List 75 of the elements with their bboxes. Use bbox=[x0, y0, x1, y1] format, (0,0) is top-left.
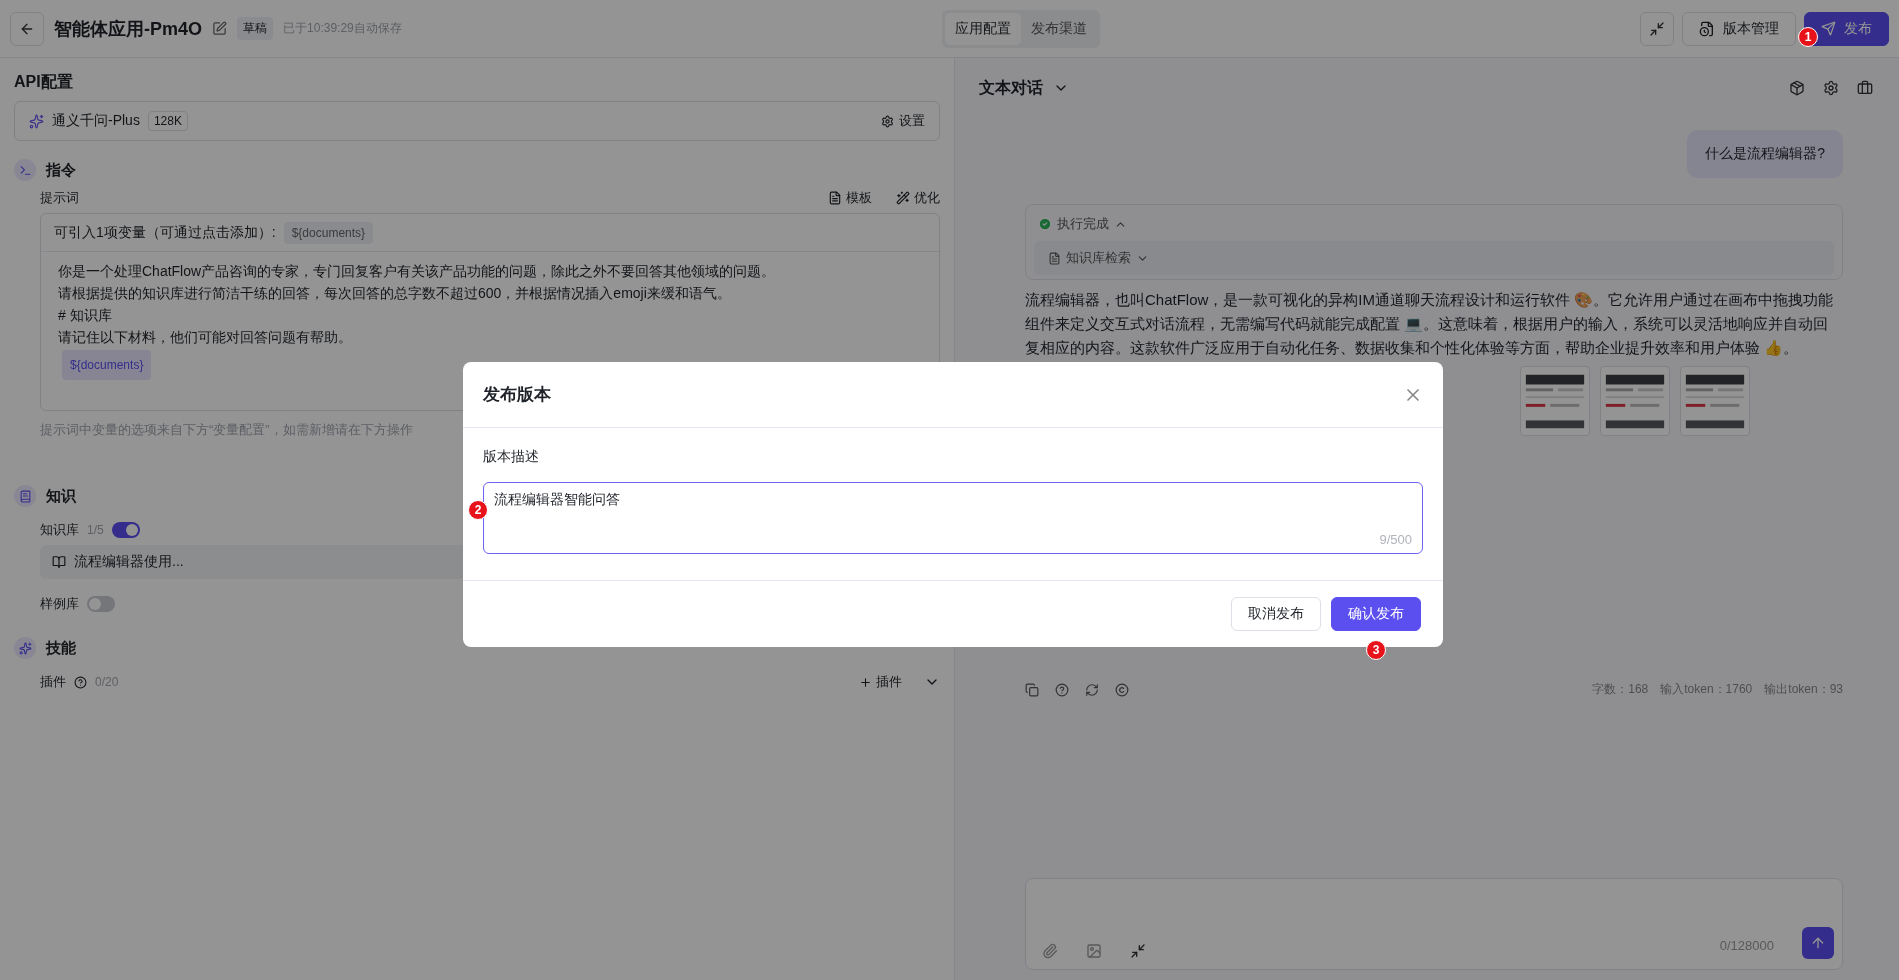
toggle-switch[interactable] bbox=[87, 596, 115, 612]
send-button[interactable] bbox=[1802, 927, 1834, 959]
book-icon bbox=[14, 485, 36, 507]
prompt-line: 请根据提供的知识库进行简洁干练的回答，每次回答的总字数不超过600，并根据情况插入emoji来缓和语气。 bbox=[58, 284, 732, 303]
optimize-button[interactable]: 优化 bbox=[896, 189, 940, 207]
variables-hint: 可引入1项变量（可通过点击添加）: bbox=[54, 223, 276, 242]
section-title: 技能 bbox=[46, 638, 76, 658]
version-button[interactable]: 版本管理 bbox=[1682, 11, 1796, 46]
help-icon[interactable] bbox=[1055, 682, 1069, 697]
document-icon bbox=[1048, 251, 1061, 265]
model-logo-icon bbox=[29, 113, 44, 129]
stat-text: 字数：168 bbox=[1592, 681, 1649, 698]
tab[interactable]: 应用配置 bbox=[944, 12, 1021, 45]
step-item[interactable]: 知识库检索 bbox=[1034, 241, 1834, 275]
paperclip-icon[interactable] bbox=[1042, 943, 1058, 959]
cancel-button[interactable]: 取消发布 bbox=[1231, 597, 1321, 631]
callout-marker: 1 bbox=[1798, 27, 1818, 47]
status-tag: 草稿 bbox=[237, 17, 274, 40]
confirm-button[interactable]: 确认发布 bbox=[1331, 597, 1421, 631]
terminal-icon bbox=[14, 159, 36, 181]
char-counter: 0/128000 bbox=[1719, 938, 1774, 953]
file-clock-icon bbox=[1699, 20, 1715, 37]
sparkle-icon bbox=[14, 637, 36, 659]
model-selector[interactable]: 通义千问-Plus 128K 设置 bbox=[14, 101, 940, 141]
section-title: 指令 bbox=[46, 160, 76, 180]
plus-icon bbox=[859, 675, 872, 689]
toggle-label: 知识库 bbox=[40, 521, 79, 539]
variable-chip: ${documents} bbox=[62, 350, 152, 380]
document-icon bbox=[828, 191, 842, 205]
field-label: 提示词 bbox=[40, 189, 79, 207]
mode-selector[interactable]: 文本对话 bbox=[979, 77, 1043, 99]
edit-icon[interactable] bbox=[212, 21, 228, 36]
tab[interactable]: 发布渠道 bbox=[1020, 12, 1097, 45]
image-icon[interactable] bbox=[1086, 943, 1102, 959]
callout-marker: 3 bbox=[1366, 640, 1386, 660]
section-title: API配置 bbox=[14, 72, 74, 92]
settings-link[interactable]: 设置 bbox=[881, 112, 925, 130]
prompt-line: 请记住以下材料，他们可能对回答问题有帮助。 bbox=[58, 328, 353, 347]
app-title: 智能体应用-Pm4O bbox=[54, 17, 203, 41]
toggle-label: 样例库 bbox=[40, 595, 79, 613]
circle-icon[interactable] bbox=[1115, 682, 1129, 697]
user-message: 什么是流程编辑器? bbox=[1687, 130, 1843, 178]
answer-text: 流程编辑器，也叫ChatFlow，是一款可视化的异构IM通道聊天流程设计和运行软件 🎨。它允许用户通过在画布中拖拽功能组件来定义交互式对话流程，无需编写代码就能完成配置 💻。这意味着，根据用户的输入，系统可以灵活地响应并自动回复相应的内容。这款软件广泛应用于自动化任务、数据收集和个性化体验等方面，帮助企业提升效率和用户体验 👍。 bbox=[1025, 290, 1835, 358]
field-label: 版本描述 bbox=[483, 448, 540, 466]
settings-icon bbox=[881, 114, 894, 128]
settings-icon[interactable] bbox=[1823, 80, 1839, 96]
collapse-button[interactable] bbox=[1640, 11, 1674, 46]
collapse-icon bbox=[1649, 20, 1665, 37]
copy-icon[interactable] bbox=[1025, 682, 1039, 697]
dialog-title: 发布版本 bbox=[483, 384, 551, 406]
execution-status[interactable]: 执行完成 bbox=[1034, 213, 1131, 235]
add-plugin-button[interactable]: 插件 bbox=[859, 673, 902, 691]
stat-text: 输出token：93 bbox=[1764, 681, 1843, 698]
field-label: 插件 bbox=[40, 673, 66, 691]
book-icon bbox=[52, 555, 66, 569]
callout-marker: 2 bbox=[468, 500, 488, 520]
prompt-line: 你是一个处理ChatFlow产品咨询的专家，专门回复客户有关该产品功能的问题，除此之外不要回答其他领域的问题。 bbox=[58, 262, 777, 281]
refresh-icon[interactable] bbox=[1085, 682, 1099, 697]
package-icon[interactable] bbox=[1789, 80, 1805, 96]
magic-wand-icon bbox=[896, 191, 910, 205]
char-counter: 9/500 bbox=[1379, 532, 1412, 547]
briefcase-icon[interactable] bbox=[1857, 80, 1873, 96]
check-icon bbox=[1038, 217, 1052, 231]
prompt-line: # 知识库 bbox=[58, 306, 113, 325]
help-icon bbox=[74, 675, 87, 689]
send-icon bbox=[1821, 21, 1836, 36]
toggle-switch[interactable] bbox=[111, 522, 140, 538]
stat-text: 输入token：1760 bbox=[1660, 681, 1753, 698]
field-value: 流程编辑器智能问答 bbox=[494, 491, 620, 507]
back-button[interactable] bbox=[10, 11, 44, 46]
collapse-icon[interactable] bbox=[1130, 943, 1146, 959]
template-button[interactable]: 模板 bbox=[828, 189, 872, 207]
section-title: 知识 bbox=[46, 486, 76, 506]
variable-chip[interactable]: ${documents} bbox=[283, 221, 374, 244]
description-field[interactable]: 流程编辑器智能问答 9/500 bbox=[483, 482, 1423, 554]
